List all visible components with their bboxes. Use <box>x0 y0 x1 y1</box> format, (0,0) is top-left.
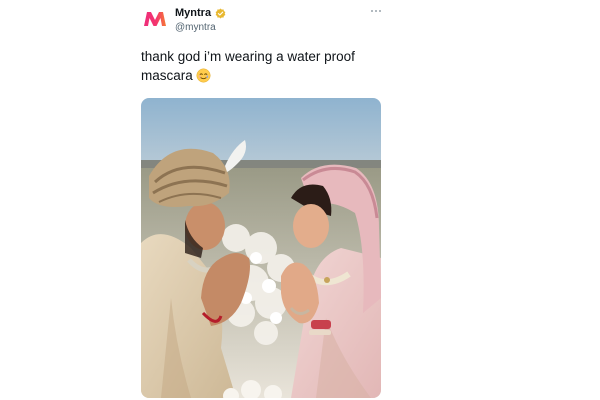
tweet-text: thank god i’m wearing a water proof masc… <box>141 47 391 88</box>
avatar[interactable] <box>142 6 168 32</box>
tweet-body: thank god i’m wearing a water proof masc… <box>141 49 355 83</box>
display-name[interactable]: Myntra <box>175 7 211 20</box>
tweet-photo[interactable] <box>141 98 381 398</box>
wedding-photo-image <box>141 98 381 398</box>
myntra-logo-icon <box>144 12 166 26</box>
tweet-card: Myntra @myntra thank god i’m wearing a w… <box>0 0 600 400</box>
user-handle[interactable]: @myntra <box>175 21 226 34</box>
more-options-icon[interactable] <box>368 4 384 18</box>
smiling-face-with-tear-icon <box>196 68 211 88</box>
verified-badge-icon <box>215 8 226 19</box>
tweet-header: Myntra @myntra <box>175 7 226 34</box>
